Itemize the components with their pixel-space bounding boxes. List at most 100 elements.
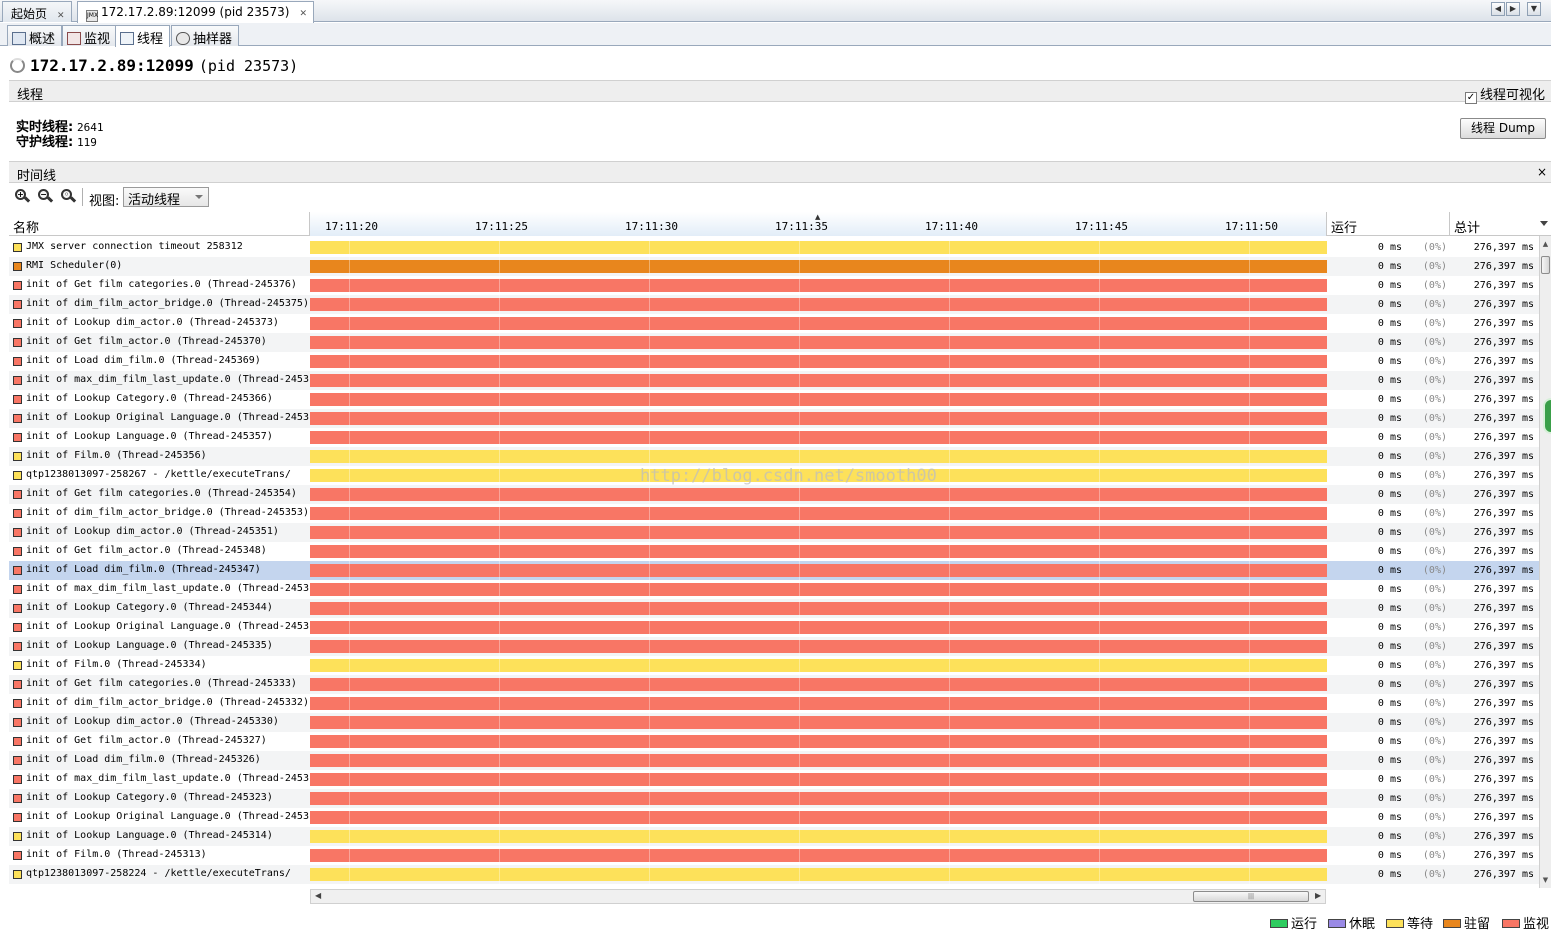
toolbar-divider bbox=[82, 188, 83, 206]
table-row[interactable]: init of Get film categories.0 (Thread-24… bbox=[9, 485, 1539, 504]
zoom-fit-icon[interactable]: ◦ bbox=[60, 188, 77, 204]
table-row[interactable]: init of dim_film_actor_bridge.0 (Thread-… bbox=[9, 504, 1539, 523]
table-row[interactable]: init of dim_film_actor_bridge.0 (Thread-… bbox=[9, 295, 1539, 314]
table-row[interactable]: init of Get film_actor.0 (Thread-245370)… bbox=[9, 333, 1539, 352]
live-threads-value: 2641 bbox=[77, 121, 104, 134]
thread-timeline-bar bbox=[310, 260, 1327, 273]
horizontal-scroll-thumb[interactable]: ||| bbox=[1193, 891, 1309, 902]
table-row[interactable]: init of Lookup Category.0 (Thread-245323… bbox=[9, 789, 1539, 808]
column-header-name[interactable]: 名称 bbox=[9, 212, 310, 236]
running-percent: (0%) bbox=[1422, 565, 1447, 576]
table-row[interactable]: init of Get film categories.0 (Thread-24… bbox=[9, 276, 1539, 295]
checkmark-icon: ✓ bbox=[1464, 92, 1477, 104]
table-row[interactable]: init of Lookup Category.0 (Thread-245366… bbox=[9, 390, 1539, 409]
table-row[interactable]: init of Load dim_film.0 (Thread-245369) 0… bbox=[9, 352, 1539, 371]
table-row[interactable]: init of Film.0 (Thread-245313) 0 ms (0%) 27… bbox=[9, 846, 1539, 865]
horizontal-scrollbar[interactable]: ◀ ||| ▶ bbox=[310, 889, 1326, 904]
column-header-total[interactable]: 总计 bbox=[1450, 212, 1538, 236]
thread-name: init of Get film categories.0 (Thread-24… bbox=[26, 488, 297, 499]
table-row[interactable]: init of max_dim_film_last_update.0 (Thre… bbox=[9, 770, 1539, 789]
thread-name: init of max_dim_film_last_update.0 (Thre… bbox=[26, 773, 309, 784]
table-row[interactable]: init of Get film_actor.0 (Thread-245327)… bbox=[9, 732, 1539, 751]
scroll-right-icon[interactable]: ▶ bbox=[1315, 891, 1321, 900]
overview-icon bbox=[12, 32, 26, 45]
zoom-out-icon[interactable]: − bbox=[37, 188, 54, 204]
scroll-down-icon[interactable]: ▼ bbox=[1540, 874, 1551, 886]
table-row[interactable]: init of max_dim_film_last_update.0 (Thre… bbox=[9, 580, 1539, 599]
table-row[interactable]: init of Film.0 (Thread-245334) 0 ms (0%) 27… bbox=[9, 656, 1539, 675]
thread-name: init of Get film categories.0 (Thread-24… bbox=[26, 678, 297, 689]
column-header-running[interactable]: 运行 bbox=[1327, 212, 1450, 236]
table-row[interactable]: init of Lookup dim_actor.0 (Thread-24537… bbox=[9, 314, 1539, 333]
timeline-gridline bbox=[1099, 238, 1100, 888]
table-row[interactable]: RMI Scheduler(0) 0 ms (0%) 276,397 ms bbox=[9, 257, 1539, 276]
running-time: 0 ms bbox=[1377, 698, 1402, 709]
thread-state-swatch bbox=[13, 471, 22, 480]
close-icon[interactable]: × bbox=[1537, 165, 1547, 179]
legend-item-parked: 驻留 bbox=[1443, 913, 1490, 932]
thread-dump-button[interactable]: 线程 Dump bbox=[1460, 118, 1546, 139]
legend-swatch bbox=[1443, 919, 1461, 928]
table-row[interactable]: init of Load dim_film.0 (Thread-245326) 0… bbox=[9, 751, 1539, 770]
thread-state-swatch bbox=[13, 338, 22, 347]
side-panel-handle[interactable] bbox=[1543, 398, 1551, 434]
thread-state-swatch bbox=[13, 851, 22, 860]
table-row[interactable]: qtp1238013097-258224 - /kettle/executeTr… bbox=[9, 865, 1539, 884]
table-row[interactable]: init of Get film categories.0 (Thread-24… bbox=[9, 675, 1539, 694]
view-select[interactable]: 活动线程 bbox=[123, 187, 209, 208]
running-time: 0 ms bbox=[1377, 261, 1402, 272]
table-row[interactable]: init of Lookup Original Language.0 (Thre… bbox=[9, 409, 1539, 428]
table-row[interactable]: init of Lookup Language.0 (Thread-245335… bbox=[9, 637, 1539, 656]
table-row[interactable]: init of Lookup Original Language.0 (Thre… bbox=[9, 808, 1539, 827]
tab-monitor[interactable]: 监视 bbox=[62, 25, 118, 47]
tab-overview[interactable]: 概述 bbox=[7, 25, 63, 47]
table-row[interactable]: init of dim_film_actor_bridge.0 (Thread-… bbox=[9, 694, 1539, 713]
table-row[interactable]: JMX server connection timeout 258312 0 ms… bbox=[9, 238, 1539, 257]
close-icon[interactable]: ✕ bbox=[299, 9, 307, 19]
tab-start-page[interactable]: 起始页 ✕ bbox=[2, 1, 72, 22]
running-time: 0 ms bbox=[1377, 793, 1402, 804]
running-time: 0 ms bbox=[1377, 850, 1402, 861]
timeline-gridline bbox=[949, 238, 950, 888]
thread-name: init of Lookup Category.0 (Thread-245344… bbox=[26, 602, 273, 613]
thread-name: init of Film.0 (Thread-245313) bbox=[26, 849, 207, 860]
thread-timeline-bar bbox=[310, 678, 1327, 691]
zoom-in-icon[interactable]: + bbox=[14, 188, 31, 204]
table-row[interactable]: init of max_dim_film_last_update.0 (Thre… bbox=[9, 371, 1539, 390]
running-time: 0 ms bbox=[1377, 717, 1402, 728]
vertical-scroll-thumb[interactable] bbox=[1541, 256, 1550, 274]
close-icon[interactable]: ✕ bbox=[57, 11, 65, 21]
table-row[interactable]: init of Lookup dim_actor.0 (Thread-24535… bbox=[9, 523, 1539, 542]
running-time: 0 ms bbox=[1377, 337, 1402, 348]
legend-label: 驻留 bbox=[1464, 917, 1491, 932]
sort-descending-icon[interactable] bbox=[1540, 221, 1548, 226]
thread-name: init of Lookup dim_actor.0 (Thread-24535… bbox=[26, 526, 279, 537]
table-row[interactable]: init of Lookup Category.0 (Thread-245344… bbox=[9, 599, 1539, 618]
table-row[interactable]: init of Lookup Language.0 (Thread-245314… bbox=[9, 827, 1539, 846]
tab-sampler[interactable]: 抽样器 bbox=[171, 25, 240, 47]
tab-scroll-left-icon[interactable]: ◀ bbox=[1491, 2, 1505, 16]
tab-connection[interactable]: JMX 172.17.2.89:12099 (pid 23573) ✕ bbox=[77, 1, 315, 23]
visualize-threads-checkbox[interactable]: ✓ 线程可视化 bbox=[1464, 84, 1545, 104]
scroll-up-icon[interactable]: ▲ bbox=[1540, 238, 1551, 250]
table-row[interactable]: init of Load dim_film.0 (Thread-245347) 0… bbox=[9, 561, 1539, 580]
timeline-tick-label: 17:11:25 bbox=[475, 220, 528, 233]
table-row[interactable]: init of Get film_actor.0 (Thread-245348)… bbox=[9, 542, 1539, 561]
legend-swatch bbox=[1270, 919, 1288, 928]
running-percent: (0%) bbox=[1422, 527, 1447, 538]
running-time: 0 ms bbox=[1377, 375, 1402, 386]
table-row[interactable]: init of Lookup Original Language.0 (Thre… bbox=[9, 618, 1539, 637]
scroll-left-icon[interactable]: ◀ bbox=[315, 891, 321, 900]
tab-list-menu-icon[interactable]: ▼ bbox=[1527, 2, 1541, 16]
table-row[interactable]: init of Film.0 (Thread-245356) 0 ms (0%) 27… bbox=[9, 447, 1539, 466]
table-row[interactable]: init of Lookup dim_actor.0 (Thread-24533… bbox=[9, 713, 1539, 732]
timeline-axis-header[interactable]: ▲ 17:11:20 17:11:25 17:11:30 17:11:35 17:11:… bbox=[310, 212, 1327, 236]
thread-state-swatch bbox=[13, 490, 22, 499]
thread-name: init of Film.0 (Thread-245334) bbox=[26, 659, 207, 670]
process-id: (pid 23573) bbox=[198, 57, 299, 75]
thread-name: init of Get film_actor.0 (Thread-245370) bbox=[26, 336, 267, 347]
table-row[interactable]: init of Lookup Language.0 (Thread-245357… bbox=[9, 428, 1539, 447]
tab-scroll-right-icon[interactable]: ▶ bbox=[1506, 2, 1520, 16]
tab-threads[interactable]: 线程 bbox=[115, 25, 171, 47]
vertical-scrollbar[interactable]: ▲ ▼ bbox=[1539, 236, 1551, 888]
